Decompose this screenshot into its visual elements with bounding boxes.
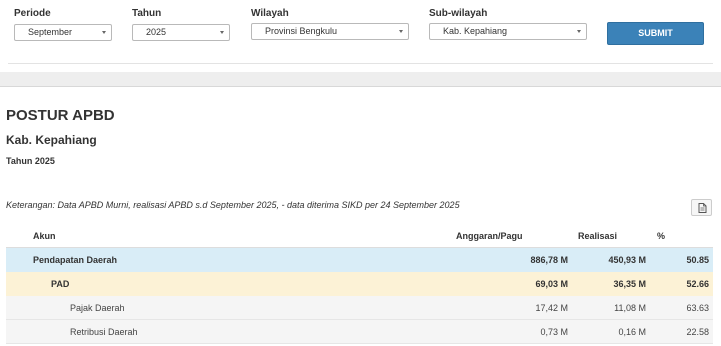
subwilayah-select[interactable]: Kab. Kepahiang xyxy=(429,23,587,40)
divider xyxy=(8,63,713,64)
periode-select[interactable]: September xyxy=(14,24,112,41)
header-realisasi: Realisasi xyxy=(578,231,618,241)
subwilayah-value: Kab. Kepahiang xyxy=(443,26,508,36)
filter-panel: Periode September Tahun 2025 Wilayah Pro… xyxy=(0,0,721,72)
row-anggaran: 17,42 M xyxy=(535,303,568,313)
table-row[interactable]: Retribusi Daerah 0,73 M 0,16 M 22.58 xyxy=(6,320,713,344)
periode-value: September xyxy=(28,27,73,37)
apbd-table: Akun Anggaran/Pagu Realisasi % Pendapata… xyxy=(6,224,713,344)
wilayah-filter: Wilayah xyxy=(251,8,289,20)
header-akun: Akun xyxy=(33,231,56,241)
header-persen: % xyxy=(657,231,666,241)
chevron-down-icon xyxy=(102,31,106,34)
periode-filter: Periode xyxy=(14,8,51,20)
section-separator xyxy=(0,72,721,87)
wilayah-label: Wilayah xyxy=(251,8,289,19)
table-row[interactable]: PAD 69,03 M 36,35 M 52.66 xyxy=(6,272,713,296)
tahun-value: 2025 xyxy=(146,27,167,37)
export-button[interactable] xyxy=(691,199,712,216)
tahun-filter: Tahun xyxy=(132,8,161,20)
subwilayah-label: Sub-wilayah xyxy=(429,8,488,19)
periode-label: Periode xyxy=(14,8,51,19)
row-akun: Pendapatan Daerah xyxy=(33,255,118,265)
row-realisasi: 0,16 M xyxy=(618,327,646,337)
table-row[interactable]: Pendapatan Daerah 886,78 M 450,93 M 50.8… xyxy=(6,248,713,272)
table-header: Akun Anggaran/Pagu Realisasi % xyxy=(6,224,713,248)
row-realisasi: 450,93 M xyxy=(608,255,646,265)
row-akun: Pajak Daerah xyxy=(70,303,125,313)
row-realisasi: 11,08 M xyxy=(614,303,646,313)
header-anggaran: Anggaran/Pagu xyxy=(456,231,523,241)
row-anggaran: 886,78 M xyxy=(530,255,568,265)
subwilayah-filter: Sub-wilayah xyxy=(429,8,487,20)
chevron-down-icon xyxy=(220,31,224,34)
report-note: Keterangan: Data APBD Murni, realisasi A… xyxy=(6,200,460,210)
row-persen: 63.63 xyxy=(686,303,709,313)
tahun-select[interactable]: 2025 xyxy=(132,24,230,41)
row-persen: 50.85 xyxy=(686,255,709,265)
submit-button[interactable]: SUBMIT xyxy=(607,22,704,45)
page-title: POSTUR APBD xyxy=(6,107,115,124)
chevron-down-icon xyxy=(399,30,403,33)
row-persen: 22.58 xyxy=(686,327,709,337)
row-anggaran: 0,73 M xyxy=(540,327,568,337)
tahun-label: Tahun xyxy=(132,8,162,19)
report-region: Kab. Kepahiang xyxy=(6,133,97,147)
row-persen: 52.66 xyxy=(686,279,709,289)
wilayah-select[interactable]: Provinsi Bengkulu xyxy=(251,23,409,40)
row-akun: PAD xyxy=(51,279,70,289)
wilayah-value: Provinsi Bengkulu xyxy=(265,26,338,36)
row-akun: Retribusi Daerah xyxy=(70,327,138,337)
chevron-down-icon xyxy=(577,30,581,33)
table-row[interactable]: Pajak Daerah 17,42 M 11,08 M 63.63 xyxy=(6,296,713,320)
report-year: Tahun 2025 xyxy=(6,156,55,166)
document-export-icon xyxy=(698,203,707,213)
row-realisasi: 36,35 M xyxy=(613,279,646,289)
row-anggaran: 69,03 M xyxy=(535,279,568,289)
